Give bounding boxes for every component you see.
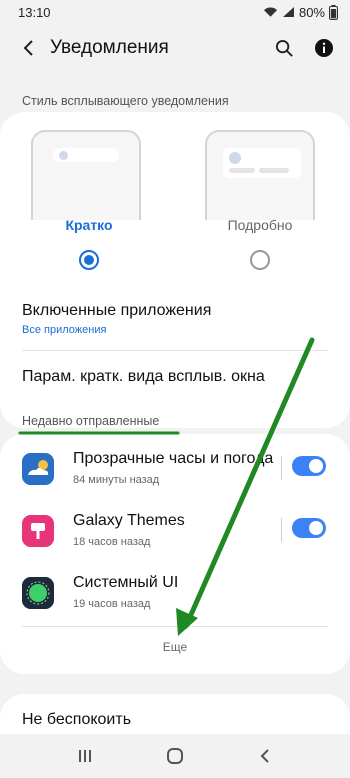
back-nav-button[interactable] — [250, 741, 280, 771]
recent-app-time: 19 часов назад — [73, 598, 151, 610]
detail-preview-line — [259, 168, 289, 173]
app-notification-toggle[interactable] — [292, 456, 326, 476]
status-bar: 13:10 80% — [0, 0, 350, 24]
recent-app-time: 18 часов назад — [73, 536, 151, 548]
info-button[interactable] — [312, 36, 336, 60]
system-ui-icon — [22, 577, 54, 609]
back-nav-icon — [260, 749, 269, 763]
brief-preview-dot — [59, 151, 68, 160]
popup-style-section-label: Стиль всплывающего уведомления — [22, 94, 229, 108]
app-bar-actions — [272, 36, 336, 60]
recent-app-row[interactable]: Системный UI 19 часов назад — [0, 568, 350, 626]
search-icon — [275, 39, 293, 57]
detail-style-preview[interactable] — [205, 130, 315, 220]
weather-clock-icon — [22, 453, 54, 485]
battery-percent: 80% — [298, 4, 325, 20]
galaxy-themes-icon — [22, 515, 54, 547]
brief-preview-bubble — [53, 148, 119, 162]
enabled-apps-subtitle: Все приложения — [22, 324, 107, 336]
dnd-card[interactable]: Не беспокоить — [0, 694, 350, 734]
back-button[interactable] — [16, 36, 40, 60]
recent-app-row[interactable]: Прозрачные часы и погода 84 минуты назад — [0, 444, 350, 502]
status-icons: 80% — [263, 4, 338, 20]
app-bar: Уведомления — [0, 24, 350, 72]
recent-section-label: Недавно отправленные — [22, 414, 160, 428]
info-icon — [315, 39, 333, 57]
brief-style-preview[interactable] — [31, 130, 141, 220]
recents-icon — [79, 750, 91, 762]
toggle-separator — [281, 518, 282, 542]
brief-style-label: Кратко — [65, 217, 113, 233]
system-nav-bar — [0, 734, 350, 778]
popup-style-card: Кратко Подробно Включенные приложения Вс… — [0, 112, 350, 428]
app-notification-toggle[interactable] — [292, 518, 326, 538]
detail-preview-bubble — [223, 148, 301, 178]
detail-preview-dot — [229, 152, 241, 164]
chevron-left-icon — [23, 40, 33, 56]
divider — [22, 350, 328, 351]
brief-style-radio[interactable] — [79, 250, 99, 270]
signal-icon — [282, 7, 294, 17]
recent-app-name: Системный UI — [73, 574, 179, 591]
recent-app-time: 84 минуты назад — [73, 474, 160, 486]
home-icon — [167, 748, 183, 764]
recents-button[interactable] — [70, 741, 100, 771]
divider — [22, 626, 328, 627]
wifi-icon — [263, 7, 278, 17]
enabled-apps-title: Включенные приложения — [22, 302, 212, 319]
brief-params-title: Парам. кратк. вида всплыв. окна — [22, 368, 265, 385]
page-title: Уведомления — [50, 37, 169, 58]
battery-icon — [329, 4, 338, 20]
search-button[interactable] — [272, 36, 296, 60]
toggle-separator — [281, 456, 282, 480]
recent-app-name: Прозрачные часы и погода — [73, 450, 274, 467]
brief-params-row[interactable]: Парам. кратк. вида всплыв. окна — [0, 352, 350, 404]
home-button[interactable] — [160, 741, 190, 771]
detail-style-radio[interactable] — [250, 250, 270, 270]
status-time: 13:10 — [18, 4, 51, 20]
dnd-title: Не беспокоить — [22, 711, 132, 728]
enabled-apps-row[interactable]: Включенные приложения Все приложения — [0, 288, 350, 346]
detail-preview-line — [229, 168, 255, 173]
detail-style-label: Подробно — [227, 217, 293, 233]
recent-app-name: Galaxy Themes — [73, 512, 185, 529]
more-button[interactable]: Еще — [0, 640, 350, 654]
recent-app-row[interactable]: Galaxy Themes 18 часов назад — [0, 506, 350, 564]
recent-apps-card: Прозрачные часы и погода 84 минуты назад… — [0, 434, 350, 674]
